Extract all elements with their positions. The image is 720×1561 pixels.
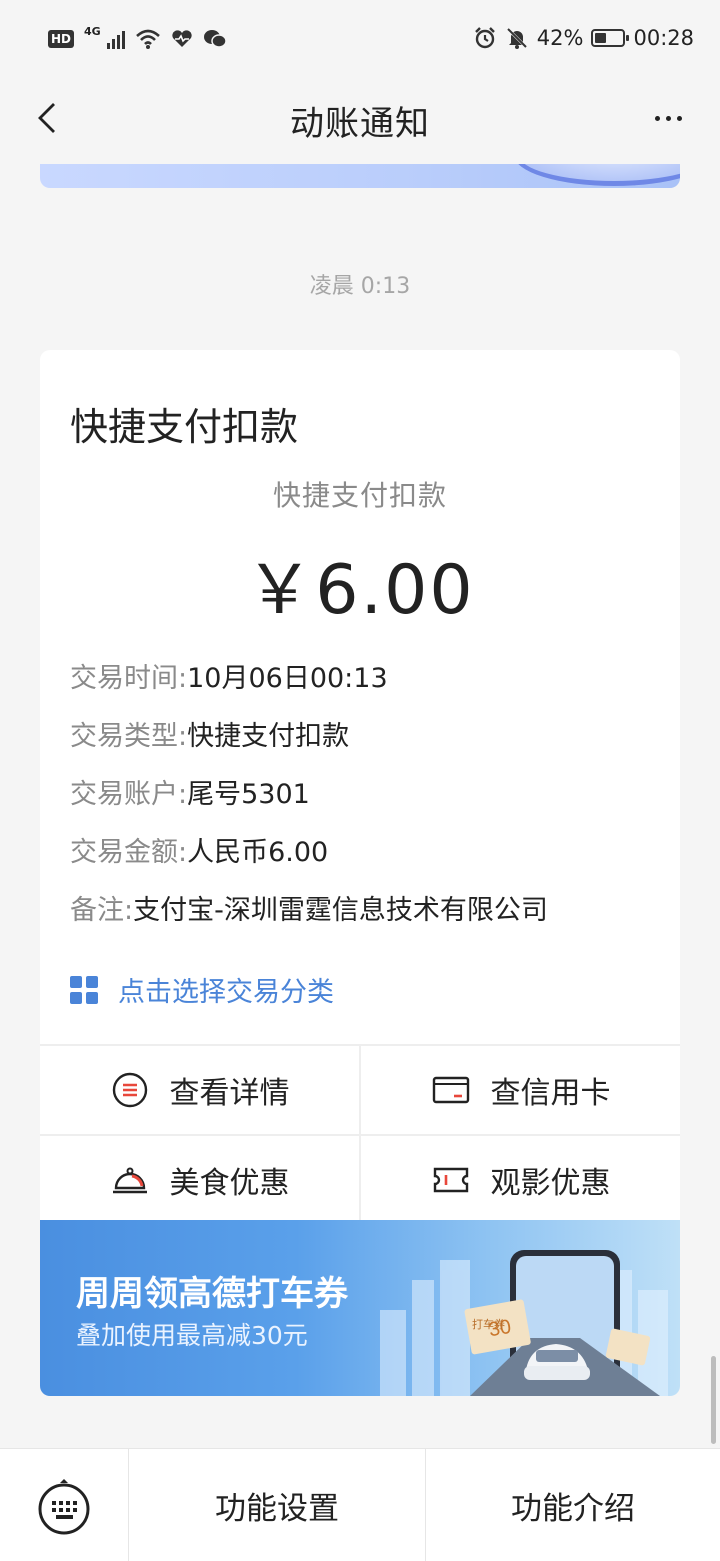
hd-badge: HD	[48, 30, 75, 48]
wechat-icon	[203, 30, 227, 48]
more-dot-icon	[676, 115, 682, 121]
nav-bar: 动账通知	[0, 82, 720, 154]
detail-value: 10月06日00:13	[187, 663, 388, 694]
transaction-amount: ￥6.00	[245, 551, 475, 630]
detail-label: 交易金额:	[70, 837, 188, 868]
detail-label: 交易类型:	[70, 721, 188, 752]
previous-banner[interactable]	[40, 164, 680, 188]
banner-ring-graphic	[514, 164, 680, 186]
ad-title: 周周领高德打车券	[76, 1274, 348, 1314]
heart-pulse-icon	[172, 30, 192, 47]
page-title: 动账通知	[290, 104, 430, 144]
food-deals-button[interactable]: 美食优惠	[40, 1136, 361, 1224]
keyboard-icon	[38, 1479, 90, 1535]
list-circle-icon	[112, 1072, 147, 1108]
wifi-icon	[135, 29, 160, 49]
city-car-illustration: 30 打车券	[380, 1250, 668, 1396]
detail-label: 交易时间:	[70, 663, 188, 694]
movie-deals-button[interactable]: 观影优惠	[361, 1136, 680, 1224]
feature-intro-button[interactable]: 功能介绍	[426, 1449, 720, 1561]
battery-percent: 42%	[536, 26, 584, 50]
detail-label: 交易账户:	[70, 779, 188, 810]
ticket-icon	[433, 1167, 468, 1193]
select-category-label: 点击选择交易分类	[118, 977, 334, 1008]
keyboard-toggle-button[interactable]	[0, 1449, 129, 1561]
transaction-details: 交易时间:10月06日00:13 交易类型:快捷支付扣款 交易账户:尾号5301…	[70, 662, 548, 952]
more-dot-icon	[665, 115, 671, 121]
credit-card-icon	[432, 1076, 469, 1104]
ticket-text: 打车券	[472, 1317, 505, 1331]
food-deals-label: 美食优惠	[169, 1166, 290, 1201]
detail-value: 尾号5301	[187, 779, 310, 810]
alarm-icon	[474, 27, 495, 49]
clock: 00:28	[633, 26, 694, 50]
card-subtitle: 快捷支付扣款	[272, 479, 447, 512]
bottom-bar: 功能设置 功能介绍	[0, 1448, 720, 1561]
scrollbar[interactable]	[711, 1356, 716, 1444]
view-details-button[interactable]: 查看详情	[40, 1046, 361, 1136]
signal-icon	[106, 29, 125, 49]
message-timestamp: 凌晨 0:13	[309, 274, 411, 299]
network-type: 4G	[84, 24, 101, 38]
status-right: 42% 00:28	[473, 26, 694, 50]
status-bar: HD 4G 42% 00:28	[0, 0, 720, 82]
battery-icon	[591, 29, 630, 47]
more-dot-icon	[654, 115, 660, 121]
taxi-coupon-ad-banner[interactable]: 周周领高德打车券 叠加使用最高减30元 30 打车券	[40, 1220, 680, 1396]
feature-settings-button[interactable]: 功能设置	[129, 1449, 426, 1561]
select-category-link[interactable]: 点击选择交易分类	[70, 970, 334, 1009]
detail-row-account: 交易账户:尾号5301	[70, 778, 548, 836]
notification-card: 快捷支付扣款 快捷支付扣款 ￥6.00 交易时间:10月06日00:13 交易类…	[40, 350, 680, 1396]
detail-row-type: 交易类型:快捷支付扣款	[70, 720, 548, 778]
detail-value: 人民币6.00	[187, 837, 329, 868]
detail-value: 支付宝-深圳雷霆信息技术有限公司	[133, 895, 548, 926]
ad-subtitle: 叠加使用最高减30元	[76, 1321, 308, 1350]
view-details-label: 查看详情	[169, 1076, 290, 1111]
detail-row-remark: 备注:支付宝-深圳雷霆信息技术有限公司	[70, 894, 548, 952]
detail-row-amount: 交易金额:人民币6.00	[70, 836, 548, 894]
detail-label: 备注:	[70, 895, 134, 926]
check-credit-card-label: 查信用卡	[490, 1076, 611, 1111]
movie-deals-label: 观影优惠	[490, 1166, 611, 1201]
status-left: HD 4G	[48, 24, 227, 50]
check-credit-card-button[interactable]: 查信用卡	[361, 1046, 680, 1136]
serving-bell-icon	[112, 1167, 147, 1194]
action-grid: 查看详情 查信用卡 美食优惠 观影优惠	[40, 1044, 680, 1224]
detail-value: 快捷支付扣款	[187, 721, 350, 752]
mute-bell-icon	[506, 27, 527, 49]
detail-row-time: 交易时间:10月06日00:13	[70, 662, 548, 720]
grid-icon	[70, 975, 98, 1004]
card-title: 快捷支付扣款	[70, 405, 299, 449]
more-button[interactable]	[646, 96, 690, 140]
